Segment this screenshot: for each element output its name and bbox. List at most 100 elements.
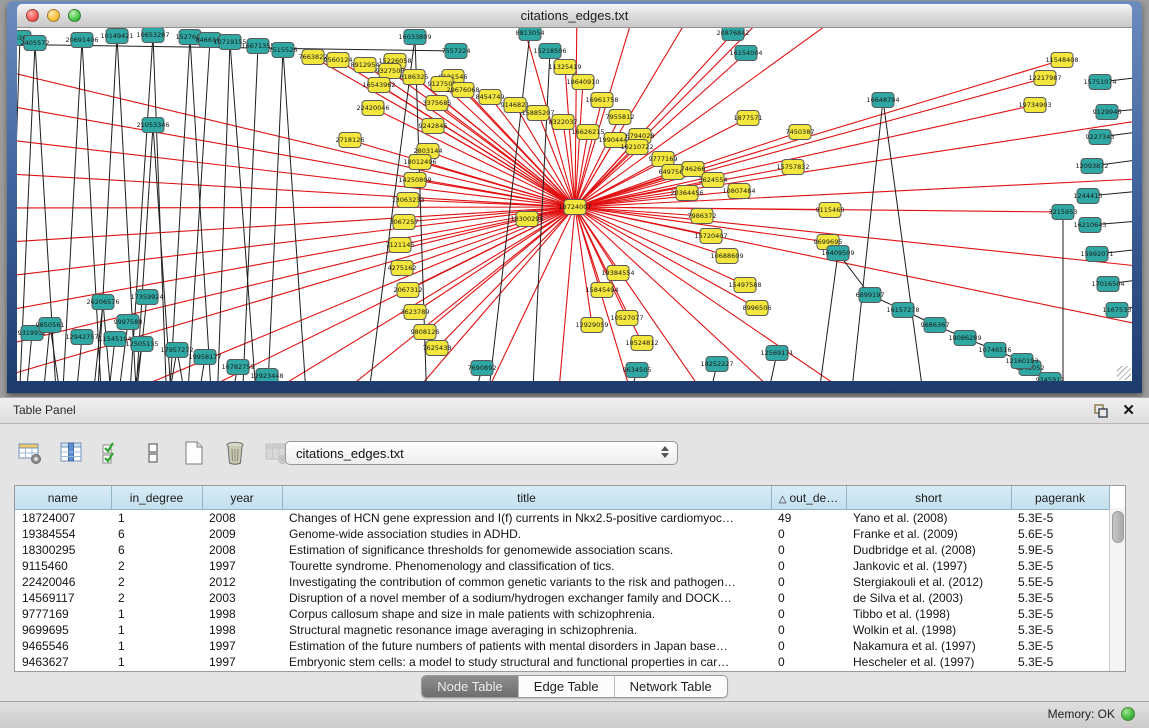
network-node[interactable]: 7450387 [786,125,815,140]
cell-year[interactable]: 1998 [202,622,282,638]
network-node[interactable]: 8996506 [743,301,772,316]
cell-out_degree[interactable]: 0 [771,590,846,606]
cell-short[interactable]: Stergiakouli et al. (2012) [846,574,1011,590]
column-header-title[interactable]: title [282,486,771,510]
network-node[interactable]: 3215953 [1049,205,1078,220]
cell-name[interactable]: 9699695 [15,622,111,638]
cell-in_degree[interactable]: 1 [111,638,202,654]
network-node[interactable]: 7121145 [386,238,415,253]
cell-out_degree[interactable]: 0 [771,542,846,558]
cell-in_degree[interactable]: 1 [111,622,202,638]
cell-pagerank[interactable]: 5.3E-5 [1011,622,1109,638]
cell-in_degree[interactable]: 2 [111,574,202,590]
network-node[interactable]: 7663822 [299,50,328,65]
new-table-icon[interactable] [180,439,208,467]
table-row[interactable]: 946362711997Embryonic stem cells: a mode… [15,654,1109,670]
network-node[interactable]: 26206576 [86,295,119,310]
network-node[interactable]: 7625438 [423,341,452,356]
cell-title[interactable]: Embryonic stem cells: a model to study s… [282,654,771,670]
column-header-out_degree[interactable]: △out_de… [771,486,846,510]
delete-table-icon[interactable] [221,439,249,467]
network-node[interactable]: 10149421 [100,29,133,44]
network-node[interactable]: 9146821 [501,98,530,113]
network-node[interactable]: 9686367 [921,318,950,333]
cell-short[interactable]: Hescheler et al. (1997) [846,654,1011,670]
table-row[interactable]: 1938455462009Genome-wide association stu… [15,526,1109,542]
cell-year[interactable]: 1997 [202,638,282,654]
column-header-in_degree[interactable]: in_degree [111,486,202,510]
table-row[interactable]: 969969511998Structural magnetic resonanc… [15,622,1109,638]
network-node[interactable]: 18252227 [700,357,733,372]
column-header-short[interactable]: short [846,486,1011,510]
network-node[interactable]: 21053346 [136,118,169,133]
table-row[interactable]: 2242004622012Investigating the contribut… [15,574,1109,590]
cell-pagerank[interactable]: 5.3E-5 [1011,638,1109,654]
network-node[interactable]: 7515526 [269,43,298,58]
tab-edge-table[interactable]: Edge Table [519,676,615,697]
cell-year[interactable]: 1997 [202,558,282,574]
network-node[interactable]: 9129946 [1093,105,1122,120]
table-vertical-scrollbar[interactable] [1109,508,1125,671]
table-selector-dropdown[interactable]: citations_edges.txt [285,441,678,465]
scrollbar-thumb[interactable] [1112,511,1124,543]
network-node[interactable]: 12942757 [65,330,98,345]
network-node[interactable]: 10527077 [610,311,643,326]
column-header-year[interactable]: year [202,486,282,510]
table-row[interactable]: 911546021997Tourette syndrome. Phenomeno… [15,558,1109,574]
network-node[interactable]: 15218506 [533,44,566,59]
cell-title[interactable]: Structural magnetic resonance image aver… [282,622,771,638]
cell-year[interactable]: 2009 [202,526,282,542]
network-node[interactable]: 18524812 [625,336,658,351]
cell-year[interactable]: 2003 [202,590,282,606]
network-node[interactable]: 2067312 [394,283,423,298]
network-node[interactable]: 7986372 [688,209,717,224]
column-header-pagerank[interactable]: pagerank [1011,486,1109,510]
close-panel-icon[interactable]: ✕ [1122,401,1135,419]
network-node[interactable]: 9997588 [114,315,143,330]
network-node[interactable]: 9227343 [1086,130,1115,145]
cell-out_degree[interactable]: 0 [771,622,846,638]
network-node[interactable]: 16154004 [729,46,762,61]
cell-pagerank[interactable]: 5.3E-5 [1011,558,1109,574]
network-node[interactable]: 3624554 [699,173,728,188]
cell-year[interactable]: 2012 [202,574,282,590]
cell-title[interactable]: Genome-wide association studies in ADHD. [282,526,771,542]
network-node[interactable]: 12929059 [575,318,608,333]
clear-selection-icon[interactable] [139,439,167,467]
cell-year[interactable]: 2008 [202,542,282,558]
network-node[interactable]: 19734903 [1018,98,1051,113]
network-node[interactable]: 4275162 [388,261,417,276]
network-node[interactable]: 3067257 [390,215,419,230]
cell-in_degree[interactable]: 1 [111,606,202,622]
cell-name[interactable]: 18724007 [15,510,111,527]
table-row[interactable]: 1830029562008Estimation of significance … [15,542,1109,558]
network-node[interactable]: 8186325 [400,70,429,85]
cell-out_degree[interactable]: 0 [771,654,846,670]
cell-title[interactable]: Changes of HCN gene expression and I(f) … [282,510,771,527]
network-node[interactable]: 16671355 [241,39,274,54]
network-node[interactable]: 9115460 [816,203,845,218]
cell-name[interactable]: 19384554 [15,526,111,542]
cell-out_degree[interactable]: 0 [771,526,846,542]
cell-title[interactable]: Tourette syndrome. Phenomenology and cla… [282,558,771,574]
network-node[interactable]: 16648794 [866,93,899,108]
float-panel-icon[interactable] [1093,403,1109,419]
cell-pagerank[interactable]: 5.9E-5 [1011,542,1109,558]
cell-year[interactable]: 2008 [202,510,282,527]
network-node[interactable]: 8813054 [516,28,545,41]
cell-out_degree[interactable]: 0 [771,606,846,622]
network-node[interactable]: 12093872 [1075,159,1108,174]
cell-in_degree[interactable]: 1 [111,510,202,527]
network-node[interactable]: 1167533 [1103,303,1132,318]
network-node[interactable]: 3623789 [401,305,430,320]
column-header-name[interactable]: name [15,486,111,510]
network-node[interactable]: 19958177 [188,350,221,365]
network-node[interactable]: 2718126 [336,133,365,148]
network-node[interactable]: 16033809 [398,30,431,45]
network-node[interactable]: 1877571 [734,111,763,126]
network-node[interactable]: 9245912 [1036,373,1065,382]
cell-name[interactable]: 18300295 [15,542,111,558]
network-node[interactable]: 9560124 [324,53,353,68]
network-node[interactable]: 8454749 [476,90,505,105]
cell-title[interactable]: Estimation of the future numbers of pati… [282,638,771,654]
